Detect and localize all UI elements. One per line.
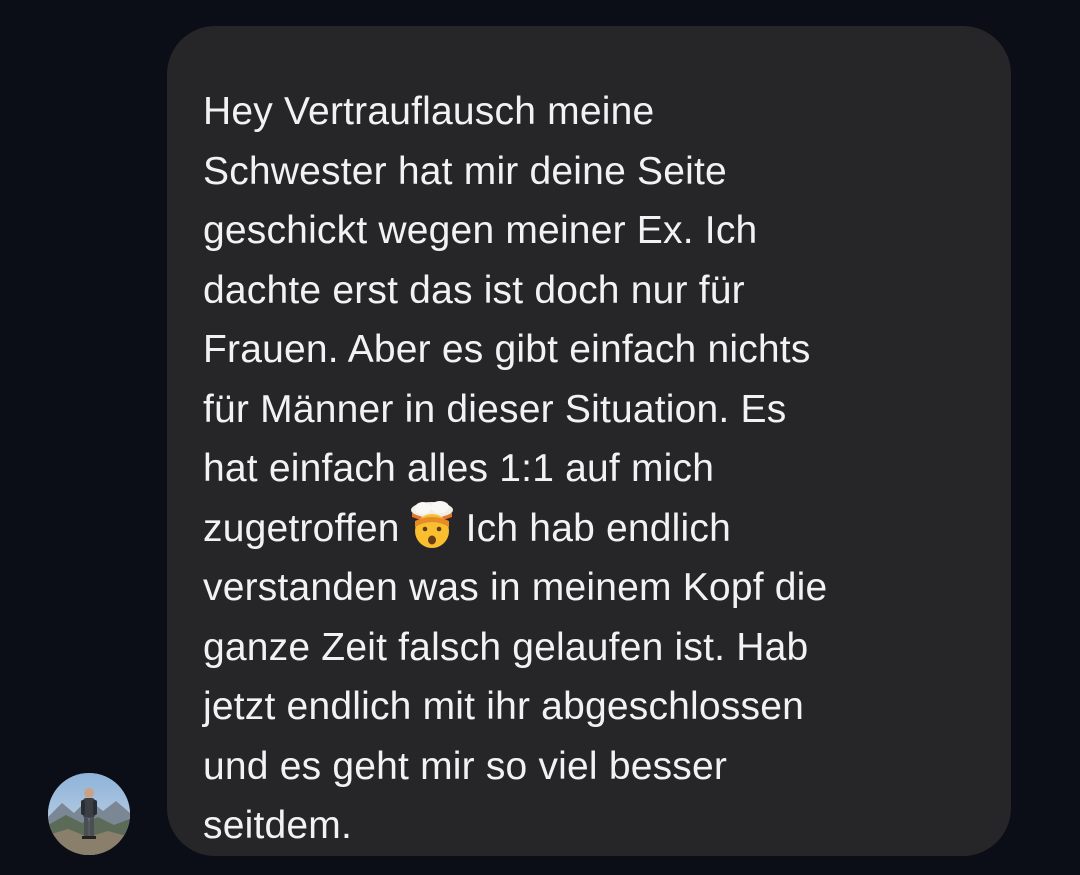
chat-thread: Hey Vertrauflausch meine Schwester hat m… (0, 0, 1080, 875)
message-text-part-2: Ich hab endlich verstanden was in meinem… (203, 506, 828, 848)
message-text: Hey Vertrauflausch meine Schwester hat m… (203, 82, 981, 856)
message-bubble[interactable]: Hey Vertrauflausch meine Schwester hat m… (167, 26, 1011, 856)
message-text-part-1: Hey Vertrauflausch meine Schwester hat m… (203, 90, 811, 550)
avatar-photo (48, 773, 130, 855)
exploding-head-icon (404, 499, 460, 549)
sender-avatar[interactable] (48, 773, 130, 855)
